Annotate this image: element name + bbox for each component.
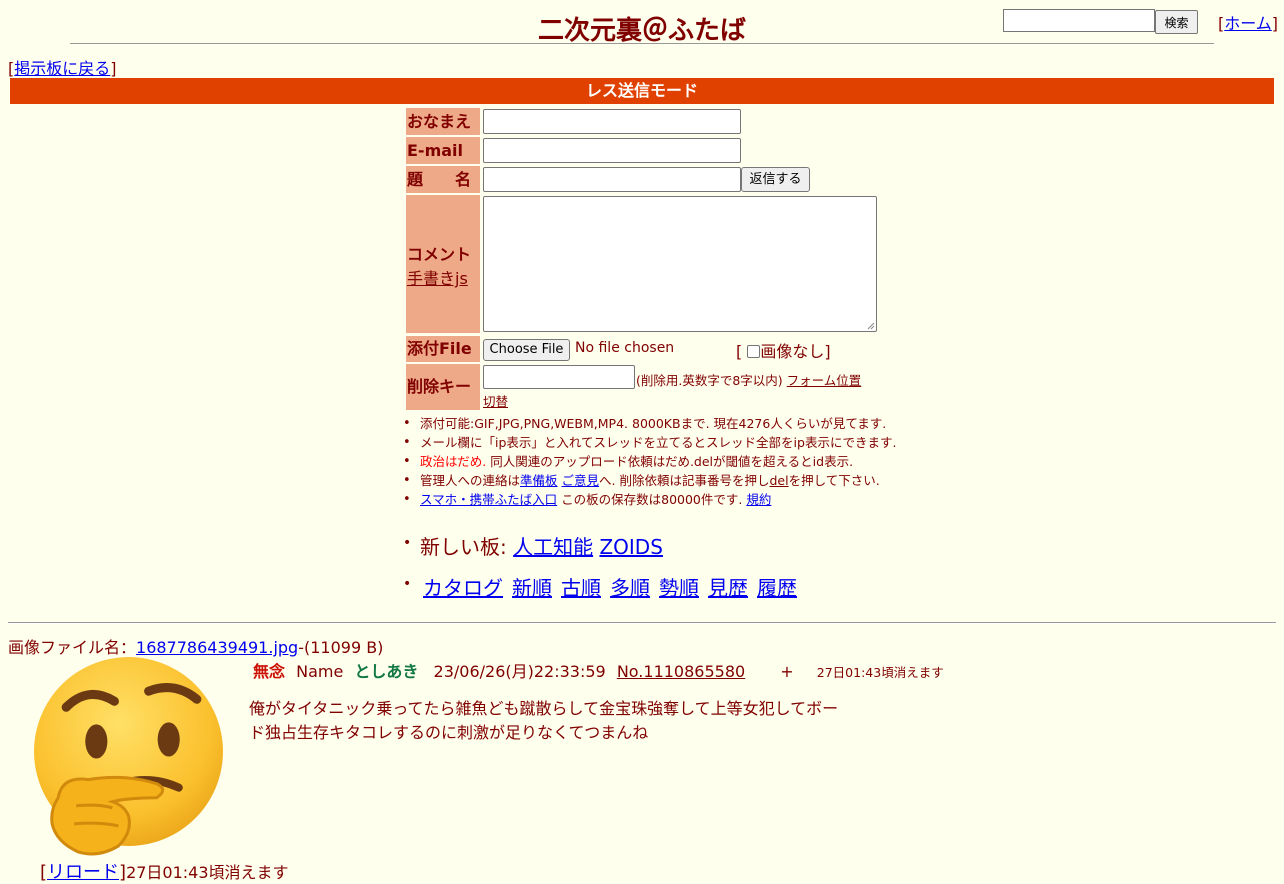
delete-key-field[interactable]: [483, 365, 635, 389]
no-image-checkbox[interactable]: [747, 345, 761, 358]
post-name-label: Name: [296, 662, 344, 681]
new-boards-label: 新しい板:: [420, 535, 514, 559]
post-body: 俺がタイタニック乗ってたら雑魚ども蹴散らして金宝珠強奪して上等女犯してボー ド独…: [249, 697, 849, 745]
reload-bracket-open: [: [40, 862, 48, 883]
no-file-text: No file chosen: [575, 340, 675, 356]
bullet-dot: •: [403, 576, 412, 592]
board-link-ai[interactable]: 人工知能: [513, 535, 593, 559]
top-bar: 二次元裏＠ふたば 検索 [ホーム]: [0, 0, 1284, 60]
section-divider: [8, 622, 1276, 624]
no-image-bracket-open: [: [736, 342, 743, 361]
search-button[interactable]: 検索: [1155, 10, 1198, 34]
reload-link[interactable]: リロード: [47, 862, 119, 883]
note-admin-contact: 管理人への連絡は準備板 ご意見へ. 削除依頼は記事番号を押しdelを押して下さい…: [403, 471, 910, 490]
resize-grip-icon[interactable]: [867, 322, 875, 330]
note-delete-request: へ. 削除依頼は記事番号を押し: [599, 473, 770, 488]
home-bracket-close: ]: [1271, 14, 1279, 33]
image-file-size: -(11099 B): [298, 638, 384, 657]
email-label: E-mail: [406, 137, 480, 164]
back-to-board-link[interactable]: 掲示板に戻る: [14, 59, 110, 78]
bullet-dot: •: [403, 535, 412, 551]
sort-new-link[interactable]: 新順: [512, 576, 552, 600]
post-history-link[interactable]: 履歴: [757, 576, 797, 600]
terms-link[interactable]: 規約: [746, 492, 771, 507]
file-label: 添付File: [406, 336, 480, 362]
post-body-line: 俺がタイタニック乗ってたら雑魚ども蹴散らして金宝珠強奪して上等女犯してボー: [249, 699, 839, 718]
sort-momentum-link[interactable]: 勢順: [659, 576, 699, 600]
reply-mode-banner: レス送信モード: [10, 78, 1274, 104]
post-datetime: 23/06/26(月)22:33:59: [433, 662, 606, 681]
subject-label: 題 名: [406, 166, 480, 193]
catalog-link[interactable]: カタログ: [423, 576, 503, 600]
post-author: としあき: [354, 662, 419, 681]
title-divider: [70, 43, 1214, 44]
prep-board-link[interactable]: 準備板: [520, 473, 558, 488]
subject-field[interactable]: [483, 167, 741, 192]
sort-old-link[interactable]: 古順: [561, 576, 601, 600]
back-bracket-close: ]: [110, 59, 117, 78]
search-input[interactable]: [1003, 9, 1155, 32]
thinking-face-icon[interactable]: [28, 655, 229, 856]
post-body-line: ド独占生存キタコレするのに刺激が足りなくてつまんね: [249, 723, 649, 742]
note-doujin: 同人関連のアップロード依頼はだめ.delが閾値を超えるとid表示.: [486, 454, 854, 469]
choose-file-button[interactable]: Choose File: [483, 339, 570, 361]
note-ip-display: メール欄に「ip表示」と入れてスレッドを立てるとスレッド全部をip表示にできます…: [403, 433, 910, 452]
form-position-link-wrap[interactable]: 切替: [483, 391, 508, 410]
back-nav: [掲示板に戻る]: [8, 55, 117, 79]
home-nav: [ホーム]: [1218, 10, 1278, 34]
email-field[interactable]: [483, 138, 741, 163]
new-boards: • 新しい板: 人工知能 ZOIDS: [403, 531, 663, 560]
post-header: 無念 Name としあき 23/06/26(月)22:33:59 No.1110…: [253, 658, 950, 682]
home-link[interactable]: ホーム: [1224, 14, 1272, 33]
note-mobile: スマホ・携帯ふたば入口 この板の保存数は80000件です. 規約: [403, 490, 910, 509]
handwriting-link[interactable]: 手書きjs: [407, 265, 468, 289]
note-rules: 政治はだめ. 同人関連のアップロード依頼はだめ.delが閾値を超えるとid表示.: [403, 452, 910, 471]
reload-bracket-close: ]: [119, 862, 127, 883]
delete-key-label: 削除キー: [406, 364, 480, 410]
board-nav-links: • カタログ 新順 古順 多順 勢順 見歴 履歴: [403, 572, 806, 601]
name-field[interactable]: [483, 109, 741, 134]
form-position-link[interactable]: フォーム位置: [787, 373, 862, 388]
note-no-politics: 政治はだめ.: [420, 454, 487, 469]
post-number-link[interactable]: No.1110865580: [617, 662, 745, 681]
note-upload-limits: 添付可能:GIF,JPG,PNG,WEBM,MP4. 8000KBまで. 現在4…: [403, 414, 910, 433]
delete-key-row-text: (削除用.英数字で8字以内) フォーム位置: [636, 370, 861, 389]
view-history-link[interactable]: 見歴: [708, 576, 748, 600]
board-link-zoids[interactable]: ZOIDS: [599, 535, 662, 559]
comment-label-cell: コメント 手書きjs: [406, 195, 480, 333]
no-image-label[interactable]: 画像なし: [760, 342, 824, 361]
note-admin-text: 管理人への連絡は: [420, 473, 521, 488]
thread-expires: 27日01:43頃消えます: [126, 863, 289, 882]
reload-bar: [リロード]27日01:43頃消えます: [40, 858, 289, 884]
post-subject: 無念: [253, 662, 286, 681]
sodane-plus-button[interactable]: +: [780, 662, 793, 681]
name-label: おなまえ: [406, 108, 480, 135]
reply-submit-button[interactable]: 返信する: [741, 167, 810, 192]
no-image-bracket-close: ]: [824, 342, 831, 361]
sort-many-link[interactable]: 多順: [610, 576, 650, 600]
comment-textarea[interactable]: [483, 196, 877, 332]
del-link[interactable]: del: [769, 473, 788, 488]
post-expires: 27日01:43頃消えます: [816, 665, 944, 680]
mobile-entry-link[interactable]: スマホ・携帯ふたば入口: [420, 492, 557, 507]
note-storage: この板の保存数は80000件です.: [557, 492, 747, 507]
feedback-link[interactable]: ご意見: [562, 473, 600, 488]
delete-key-hint: (削除用.英数字で8字以内): [636, 373, 783, 388]
comment-label: コメント: [407, 245, 472, 264]
note-press: を押して下さい.: [788, 473, 880, 488]
no-image-option: [ 画像なし]: [736, 338, 831, 362]
board-notes: 添付可能:GIF,JPG,PNG,WEBM,MP4. 8000KBまで. 現在4…: [403, 414, 910, 509]
